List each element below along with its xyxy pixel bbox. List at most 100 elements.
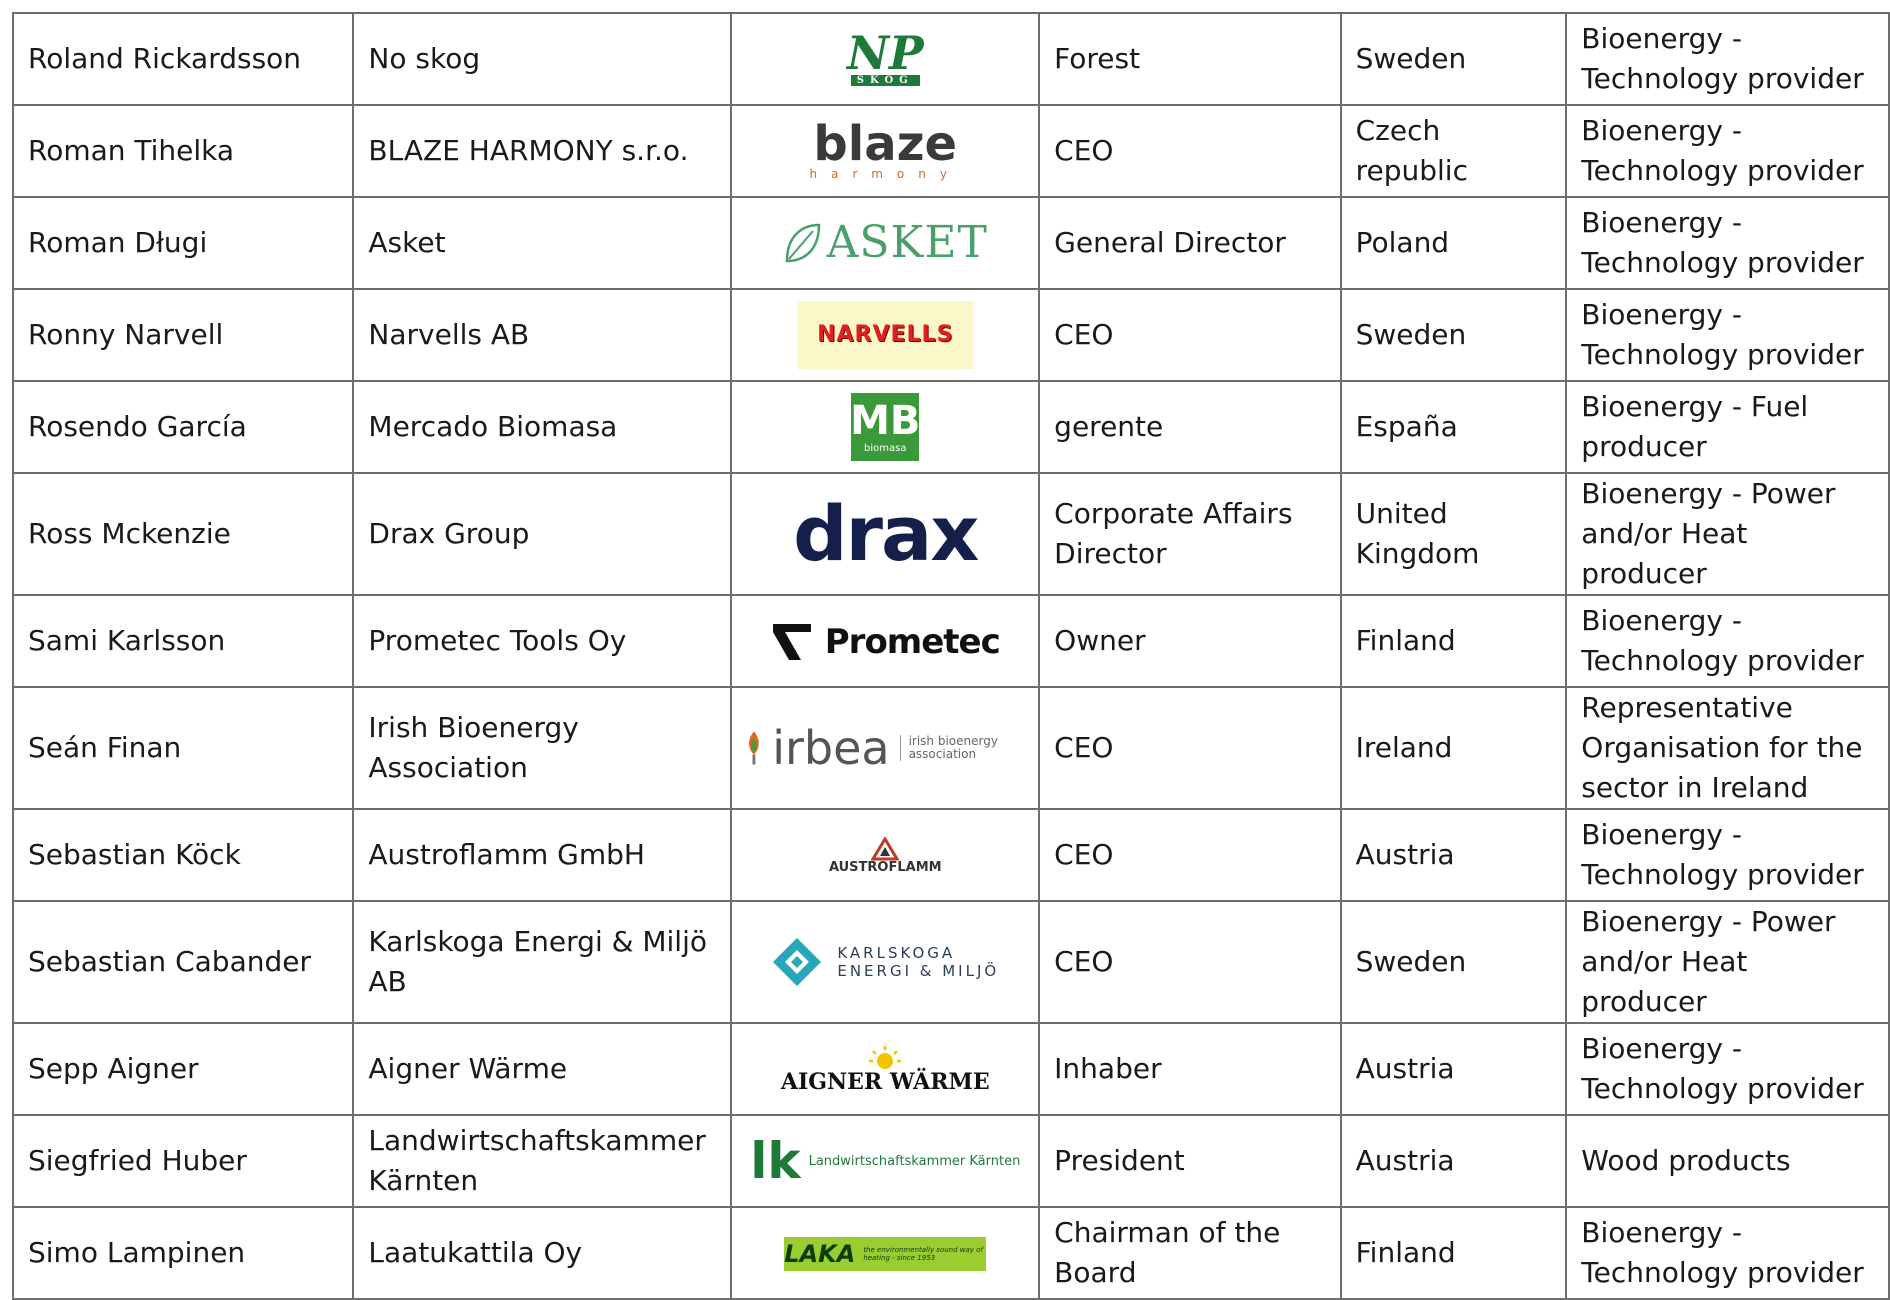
table-row: Sami Karlsson Prometec Tools Oy Prometec…	[11, 594, 1890, 688]
position-cell: Corporate Affairs Director	[1038, 472, 1342, 596]
sector-cell: Bioenergy - Technology provider	[1565, 808, 1890, 902]
prometec-mark-icon	[772, 623, 811, 660]
logo-cell: AUSTROFLAMM	[730, 808, 1041, 902]
logo-cell: MB biomasa	[730, 380, 1041, 474]
sector-cell: Bioenergy - Fuel producer	[1565, 380, 1890, 474]
country-cell: España	[1339, 380, 1568, 474]
name-cell: Siegfried Huber	[11, 1114, 355, 1208]
table-row: Roman Długi Asket ASKET General Director…	[11, 196, 1890, 290]
country-cell: Finland	[1339, 1206, 1568, 1300]
organisation-cell: Narvells AB	[352, 288, 733, 382]
sector-cell: Bioenergy - Power and/or Heat producer	[1565, 900, 1890, 1024]
position-cell: CEO	[1038, 900, 1342, 1024]
flame-icon	[749, 731, 760, 765]
table-row: Roland Rickardsson No skog NP SKOG Forest…	[11, 12, 1890, 106]
name-cell: Rosendo García	[11, 380, 355, 474]
organisation-cell: BLAZE HARMONY s.r.o.	[352, 104, 733, 198]
logo-cell: KARLSKOGA ENERGI & MILJÖ	[730, 900, 1041, 1024]
organisation-cell: Drax Group	[352, 472, 733, 596]
name-cell: Roman Długi	[11, 196, 355, 290]
country-cell: Finland	[1339, 594, 1568, 688]
country-cell: Austria	[1339, 1022, 1568, 1116]
country-cell: Austria	[1339, 808, 1568, 902]
table-row: Rosendo García Mercado Biomasa MB biomasa…	[11, 380, 1890, 474]
organisation-cell: Laatukattila Oy	[352, 1206, 733, 1300]
position-cell: gerente	[1038, 380, 1342, 474]
austroflamm-logo: AUSTROFLAMM	[829, 837, 942, 875]
sector-cell: Bioenergy - Technology provider	[1565, 104, 1890, 198]
name-cell: Sami Karlsson	[11, 594, 355, 688]
irbea-logo: irbea irish bioenergy association	[746, 723, 1024, 773]
name-cell: Sebastian Köck	[11, 808, 355, 902]
sector-cell: Bioenergy - Technology provider	[1565, 196, 1890, 290]
logo-cell: NARVELLS	[730, 288, 1041, 382]
logo-cell: AIGNER WÄRME	[730, 1022, 1041, 1116]
organisation-cell: Asket	[352, 196, 733, 290]
country-cell: Sweden	[1339, 12, 1568, 106]
sector-cell: Representative Organisation for the sect…	[1565, 686, 1890, 810]
position-cell: CEO	[1038, 288, 1342, 382]
signatories-table: Roland Rickardsson No skog NP SKOG Forest…	[11, 12, 1890, 1300]
name-cell: Seán Finan	[11, 686, 355, 810]
organisation-cell: No skog	[352, 12, 733, 106]
blaze-harmony-logo: blaze harmony	[809, 116, 961, 181]
country-cell: Sweden	[1339, 288, 1568, 382]
logo-cell: ASKET	[730, 196, 1041, 290]
organisation-cell: Prometec Tools Oy	[352, 594, 733, 688]
sector-cell: Bioenergy - Technology provider	[1565, 1022, 1890, 1116]
name-cell: Sepp Aigner	[11, 1022, 355, 1116]
leaf-icon	[785, 223, 820, 263]
karlskoga-logo: KARLSKOGA ENERGI & MILJÖ	[771, 936, 999, 988]
table-row: Seán Finan Irish Bioenergy Association i…	[11, 686, 1890, 810]
np-skog-logo: NP SKOG	[846, 25, 924, 86]
organisation-cell: Karlskoga Energi & Miljö AB	[352, 900, 733, 1024]
triangle-icon	[871, 837, 900, 861]
table-row: Sepp Aigner Aigner Wärme AIGNER WÄRME In…	[11, 1022, 1890, 1116]
position-cell: Inhaber	[1038, 1022, 1342, 1116]
diamond-icon	[773, 938, 822, 986]
narvells-logo: NARVELLS	[797, 301, 974, 369]
sun-icon	[869, 1046, 902, 1069]
country-cell: Poland	[1339, 196, 1568, 290]
name-cell: Simo Lampinen	[11, 1206, 355, 1300]
aigner-waerme-logo: AIGNER WÄRME	[781, 1045, 990, 1093]
position-cell: Forest	[1038, 12, 1342, 106]
table-row: Ronny Narvell Narvells AB NARVELLS CEO S…	[11, 288, 1890, 382]
position-cell: CEO	[1038, 104, 1342, 198]
organisation-cell: Mercado Biomasa	[352, 380, 733, 474]
position-cell: Chairman of the Board	[1038, 1206, 1342, 1300]
logo-cell: lk Landwirtschaftskammer Kärnten	[730, 1114, 1041, 1208]
position-cell: President	[1038, 1114, 1342, 1208]
name-cell: Sebastian Cabander	[11, 900, 355, 1024]
organisation-cell: Austroflamm GmbH	[352, 808, 733, 902]
name-cell: Roland Rickardsson	[11, 12, 355, 106]
sector-cell: Bioenergy - Technology provider	[1565, 1206, 1890, 1300]
country-cell: Ireland	[1339, 686, 1568, 810]
sector-cell: Bioenergy - Technology provider	[1565, 288, 1890, 382]
logo-cell: Prometec	[730, 594, 1041, 688]
name-cell: Roman Tihelka	[11, 104, 355, 198]
country-cell: Czech republic	[1339, 104, 1568, 198]
mercado-biomasa-logo: MB biomasa	[850, 393, 920, 461]
sector-cell: Bioenergy - Technology provider	[1565, 594, 1890, 688]
sector-cell: Bioenergy - Power and/or Heat producer	[1565, 472, 1890, 596]
table-row: Simo Lampinen Laatukattila Oy LAKA the e…	[11, 1206, 1890, 1300]
table-row: Sebastian Köck Austroflamm GmbH AUSTROFL…	[11, 808, 1890, 902]
country-cell: Austria	[1339, 1114, 1568, 1208]
logo-cell: blaze harmony	[730, 104, 1041, 198]
country-cell: Sweden	[1339, 900, 1568, 1024]
table-row: Sebastian Cabander Karlskoga Energi & Mi…	[11, 900, 1890, 1024]
position-cell: CEO	[1038, 686, 1342, 810]
organisation-cell: Landwirtschaftskammer Kärnten	[352, 1114, 733, 1208]
sector-cell: Bioenergy - Technology provider	[1565, 12, 1890, 106]
sector-cell: Wood products	[1565, 1114, 1890, 1208]
organisation-cell: Irish Bioenergy Association	[352, 686, 733, 810]
table-row: Siegfried Huber Landwirtschaftskammer Kä…	[11, 1114, 1890, 1208]
position-cell: Owner	[1038, 594, 1342, 688]
position-cell: CEO	[1038, 808, 1342, 902]
drax-logo: drax	[793, 489, 979, 578]
table-row: Roman Tihelka BLAZE HARMONY s.r.o. blaze…	[11, 104, 1890, 198]
logo-cell: irbea irish bioenergy association	[730, 686, 1041, 810]
laka-logo: LAKA the environmentally sound way of he…	[784, 1237, 987, 1271]
name-cell: Ross Mckenzie	[11, 472, 355, 596]
